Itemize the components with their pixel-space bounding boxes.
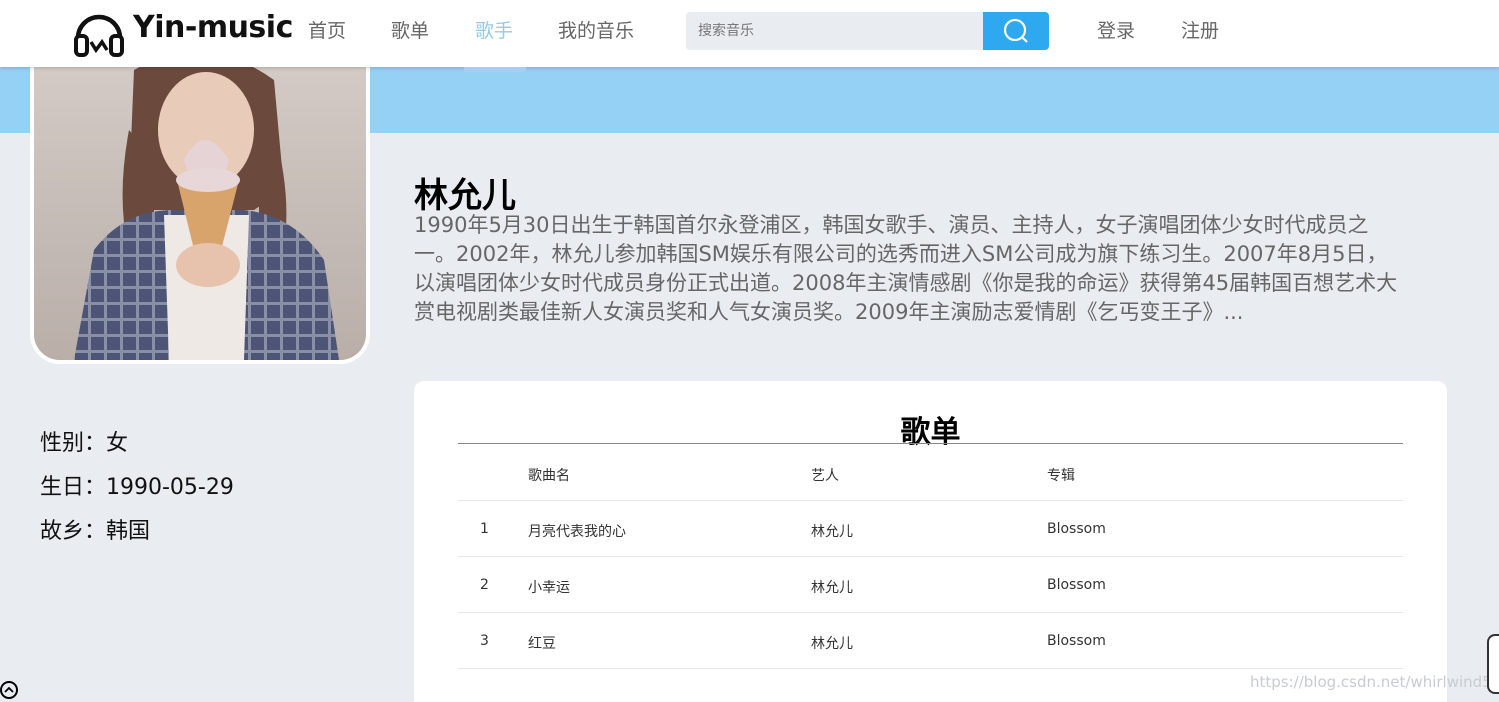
song-index: 3 xyxy=(480,633,489,649)
singer-hometown: 故乡：韩国 xyxy=(40,519,151,544)
intro-line: 以演唱团体少女时代成员身份正式出道。2008年主演情感剧《你是我的命运》获得第4… xyxy=(414,271,1398,295)
singer-introduction: 1990年5月30日出生于韩国首尔永登浦区，韩国女歌手、演员、主持人，女子演唱团… xyxy=(414,211,1454,327)
header-album: 专辑 xyxy=(1047,468,1075,484)
nav-home[interactable]: 首页 xyxy=(308,16,346,43)
song-album: Blossom xyxy=(1047,577,1106,593)
headphones-icon[interactable] xyxy=(72,6,126,60)
intro-line: 赏电视剧类最佳新人女演员奖和人气女演员奖。2009年主演励志爱情剧《乞丐变王子》… xyxy=(414,300,1244,324)
brand-name[interactable]: Yin-music xyxy=(133,10,293,45)
song-album: Blossom xyxy=(1047,633,1106,649)
top-header: Yin-music 首页 歌单 歌手 我的音乐 登录 注册 xyxy=(0,0,1499,67)
search-input[interactable] xyxy=(686,12,984,50)
search-icon xyxy=(1003,18,1028,43)
login-link[interactable]: 登录 xyxy=(1097,16,1135,43)
header-artist: 艺人 xyxy=(811,468,839,484)
nav-my-music[interactable]: 我的音乐 xyxy=(558,16,634,43)
chevron-up-icon xyxy=(4,686,14,693)
singer-photo xyxy=(34,40,366,360)
song-artist: 林允儿 xyxy=(811,636,853,652)
singer-birthday: 生日：1990-05-29 xyxy=(40,475,234,500)
table-header-row: 歌曲名 艺人 专辑 xyxy=(458,445,1403,501)
search-button[interactable] xyxy=(983,12,1049,50)
intro-line: 1990年5月30日出生于韩国首尔永登浦区，韩国女歌手、演员、主持人，女子演唱团… xyxy=(414,213,1369,237)
nav-singers[interactable]: 歌手 xyxy=(475,16,513,43)
table-row[interactable]: 1 月亮代表我的心 林允儿 Blossom xyxy=(458,501,1403,557)
table-row[interactable]: 2 小幸运 林允儿 Blossom xyxy=(458,557,1403,613)
intro-line: 一。2002年，林允儿参加韩国SM娱乐有限公司的选秀而进入SM公司成为旗下练习生… xyxy=(414,242,1388,266)
song-name: 小幸运 xyxy=(528,580,570,596)
table-row[interactable]: 3 红豆 林允儿 Blossom xyxy=(458,613,1403,669)
register-link[interactable]: 注册 xyxy=(1181,16,1219,43)
song-list-card: 歌单 歌曲名 艺人 专辑 1 月亮代表我的心 林允儿 Blossom 2 小幸运… xyxy=(414,381,1447,702)
singer-name: 林允儿 xyxy=(414,176,516,216)
active-nav-indicator xyxy=(464,67,526,72)
singer-avatar xyxy=(30,36,370,364)
singer-gender: 性别：女 xyxy=(40,431,129,456)
song-index: 2 xyxy=(480,577,489,593)
song-artist: 林允儿 xyxy=(811,580,853,596)
song-artist: 林允儿 xyxy=(811,524,853,540)
song-index: 1 xyxy=(480,521,489,537)
watermark-text: https://blog.csdn.net/whirlwind526 xyxy=(1250,673,1499,691)
song-name: 红豆 xyxy=(528,636,556,652)
side-drawer-handle[interactable] xyxy=(1487,634,1499,694)
song-album: Blossom xyxy=(1047,521,1106,537)
song-name: 月亮代表我的心 xyxy=(528,524,626,540)
back-to-top-button[interactable] xyxy=(0,681,18,699)
header-song-name: 歌曲名 xyxy=(528,468,570,484)
title-divider xyxy=(458,443,1403,444)
nav-playlists[interactable]: 歌单 xyxy=(391,16,429,43)
